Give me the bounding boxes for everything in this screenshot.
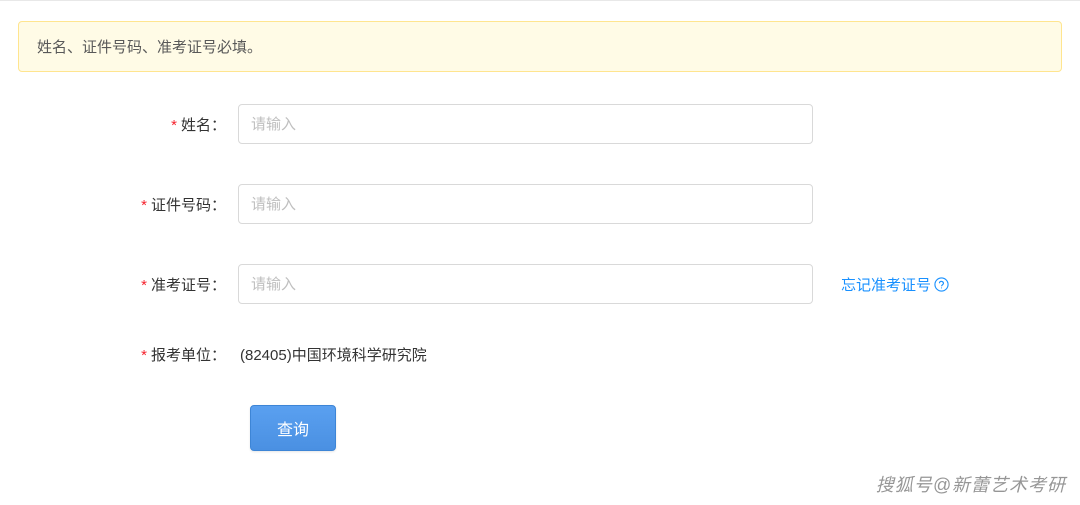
form-row-institution: *报考单位： (82405)中国环境科学研究院 <box>18 344 1062 365</box>
label-institution: *报考单位： <box>18 344 238 365</box>
question-circle-icon <box>933 276 949 292</box>
form-row-submit: 查询 <box>18 405 1062 451</box>
alert-required-fields: 姓名、证件号码、准考证号必填。 <box>18 21 1062 72</box>
top-divider <box>0 0 1080 1</box>
forgot-exam-number-link[interactable]: 忘记准考证号 <box>841 274 949 295</box>
label-name: *姓名： <box>18 114 238 135</box>
required-mark: * <box>171 117 177 134</box>
label-id-number: *证件号码： <box>18 194 238 215</box>
form-row-id-number: *证件号码： <box>18 184 1062 224</box>
required-mark: * <box>141 197 147 214</box>
required-mark: * <box>141 347 147 364</box>
name-input[interactable] <box>238 104 813 144</box>
watermark-text: 搜狐号@新蕾艺术考研 <box>876 471 1066 497</box>
form-row-name: *姓名： <box>18 104 1062 144</box>
required-mark: * <box>141 277 147 294</box>
query-button[interactable]: 查询 <box>250 405 336 451</box>
institution-value: (82405)中国环境科学研究院 <box>238 344 427 365</box>
alert-text: 姓名、证件号码、准考证号必填。 <box>37 39 262 56</box>
exam-number-input[interactable] <box>238 264 813 304</box>
form-row-exam-number: *准考证号： 忘记准考证号 <box>18 264 1062 304</box>
label-exam-number: *准考证号： <box>18 274 238 295</box>
query-form: *姓名： *证件号码： *准考证号： 忘记准考证号 *报考单位： <box>0 104 1080 451</box>
id-number-input[interactable] <box>238 184 813 224</box>
